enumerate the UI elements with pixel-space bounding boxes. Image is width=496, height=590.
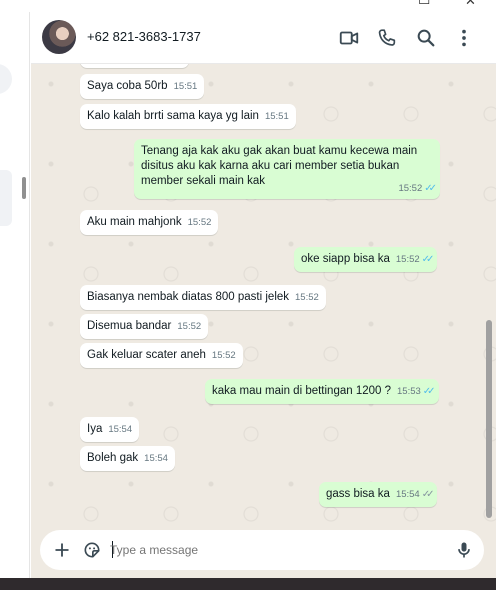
message-text: Kalo kalah brrti sama kaya yg lain	[87, 110, 259, 122]
message-time: 15:54	[144, 453, 168, 464]
message-text: oke siapp bisa ka	[301, 253, 390, 265]
microphone-icon[interactable]	[454, 540, 474, 560]
message-text: Boleh gak	[87, 452, 139, 464]
message-text: Biasanya nembak diatas 800 pasti jelek	[87, 291, 290, 303]
message-outgoing[interactable]: kaka mau main di bettingan 1200 ? 15:53 ✓✓	[205, 379, 439, 404]
message-time: 15:54	[108, 424, 133, 435]
message-incoming[interactable]: Kalo kalah brrti sama kaya yg lain 15:51	[80, 104, 296, 129]
sticker-icon[interactable]	[82, 540, 102, 560]
avatar[interactable]	[42, 20, 76, 54]
message-time: 15:53	[397, 386, 421, 397]
more-options-icon[interactable]	[453, 27, 475, 49]
chat-list-search[interactable]	[0, 64, 12, 94]
message-time: 15:52	[211, 350, 236, 361]
conversation-pane: +62 821-3683-1737 15:51 Saya coba 50rb 15…	[31, 12, 496, 578]
message-text: Saya coba 50rb	[87, 80, 168, 92]
message-text: Aku main mahjonk	[87, 216, 182, 228]
chat-list-panel	[0, 12, 30, 578]
message-time: 15:52	[187, 217, 212, 228]
contact-name[interactable]: +62 821-3683-1737	[87, 29, 201, 44]
message-input[interactable]	[110, 539, 440, 561]
chat-list-item[interactable]	[0, 170, 12, 226]
message-text: gass bisa ka	[326, 488, 390, 500]
message-time: 15:52	[398, 183, 423, 194]
message-text: Disemua bandar	[87, 320, 172, 332]
conversation-header: +62 821-3683-1737	[31, 12, 496, 64]
message-composer	[40, 530, 484, 570]
message-incoming[interactable]: Disemua bandar 15:52	[80, 314, 209, 339]
read-receipt-icon: ✓✓	[424, 183, 437, 194]
close-window-button[interactable]: ✕	[465, 0, 476, 9]
message-outgoing[interactable]: gass bisa ka 15:54 ✓✓	[319, 482, 438, 507]
message-time: 15:51	[173, 81, 198, 92]
conversation-scrollbar[interactable]	[486, 320, 492, 518]
window-title-bar: ▭ ✕	[0, 0, 496, 12]
message-incoming[interactable]: Aku main mahjonk 15:52	[80, 210, 219, 235]
search-icon[interactable]	[415, 27, 437, 49]
message-text: Tenang aja kak aku gak akan buat kamu ke…	[141, 145, 418, 187]
message-incoming[interactable]: Saya coba 50rb 15:51	[80, 74, 205, 99]
read-receipt-icon: ✓✓	[421, 254, 435, 265]
message-time: 15:52	[295, 292, 319, 303]
message-outgoing[interactable]: oke siapp bisa ka 15:52 ✓✓	[294, 247, 438, 272]
message-incoming[interactable]: Biasanya nembak diatas 800 pasti jelek 15…	[80, 285, 326, 310]
taskbar	[0, 578, 496, 590]
message-time: 15:51	[264, 111, 289, 122]
message-incoming[interactable]: Boleh gak 15:54	[80, 446, 175, 471]
message-incoming[interactable]: Gak keluar scater aneh 15:52	[80, 343, 243, 368]
message-time: 15:52	[177, 321, 202, 332]
chat-list-scrollbar[interactable]	[22, 177, 26, 199]
message-text: Iya	[87, 423, 103, 435]
plus-icon[interactable]	[52, 540, 72, 560]
message-incoming[interactable]: Iya 15:54	[80, 417, 140, 442]
message-text: kaka mau main di bettingan 1200 ?	[212, 385, 392, 397]
message-outgoing[interactable]: Tenang aja kak aku gak akan buat kamu ke…	[134, 139, 440, 199]
message-time: 15:52	[395, 254, 420, 265]
phone-icon[interactable]	[376, 27, 398, 49]
message-time: 15:54	[395, 489, 420, 500]
read-receipt-icon: ✓✓	[422, 386, 436, 397]
video-call-icon[interactable]	[338, 27, 360, 49]
message-text: Gak keluar scater aneh	[87, 349, 206, 361]
minimize-button[interactable]: ▭	[418, 0, 430, 9]
delivered-receipt-icon: ✓✓	[421, 489, 435, 500]
